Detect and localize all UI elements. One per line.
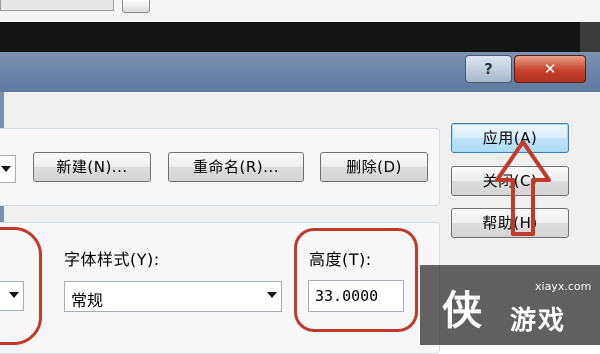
chevron-down-icon	[267, 292, 277, 298]
background-dark-band-edge	[580, 22, 600, 52]
background-window-button	[122, 0, 150, 13]
annotation-ring-left	[0, 227, 42, 345]
close-icon: ✕	[543, 60, 557, 78]
help-icon: ?	[484, 60, 493, 78]
delete-style-button[interactable]: 删除(D)	[320, 152, 428, 182]
style-name-dropdown[interactable]	[0, 155, 16, 183]
font-style-value: 常规	[71, 291, 104, 310]
background-window-field	[0, 0, 114, 11]
watermark-logo: 侠	[442, 288, 482, 334]
title-close-button[interactable]: ✕	[514, 55, 586, 83]
background-dark-band	[0, 22, 600, 52]
title-help-button[interactable]: ?	[465, 55, 512, 83]
font-style-label: 字体样式(Y):	[64, 250, 160, 269]
font-style-dropdown[interactable]: 常规	[64, 281, 282, 312]
rename-style-button[interactable]: 重命名(R)...	[168, 152, 304, 182]
watermark-url: xiayx.com	[535, 280, 592, 293]
watermark-name: 游戏	[510, 306, 567, 336]
chevron-down-icon	[1, 166, 11, 172]
new-style-button[interactable]: 新建(N)...	[33, 152, 151, 182]
annotation-up-arrow-icon	[495, 140, 551, 236]
annotation-ring-height	[294, 228, 418, 332]
